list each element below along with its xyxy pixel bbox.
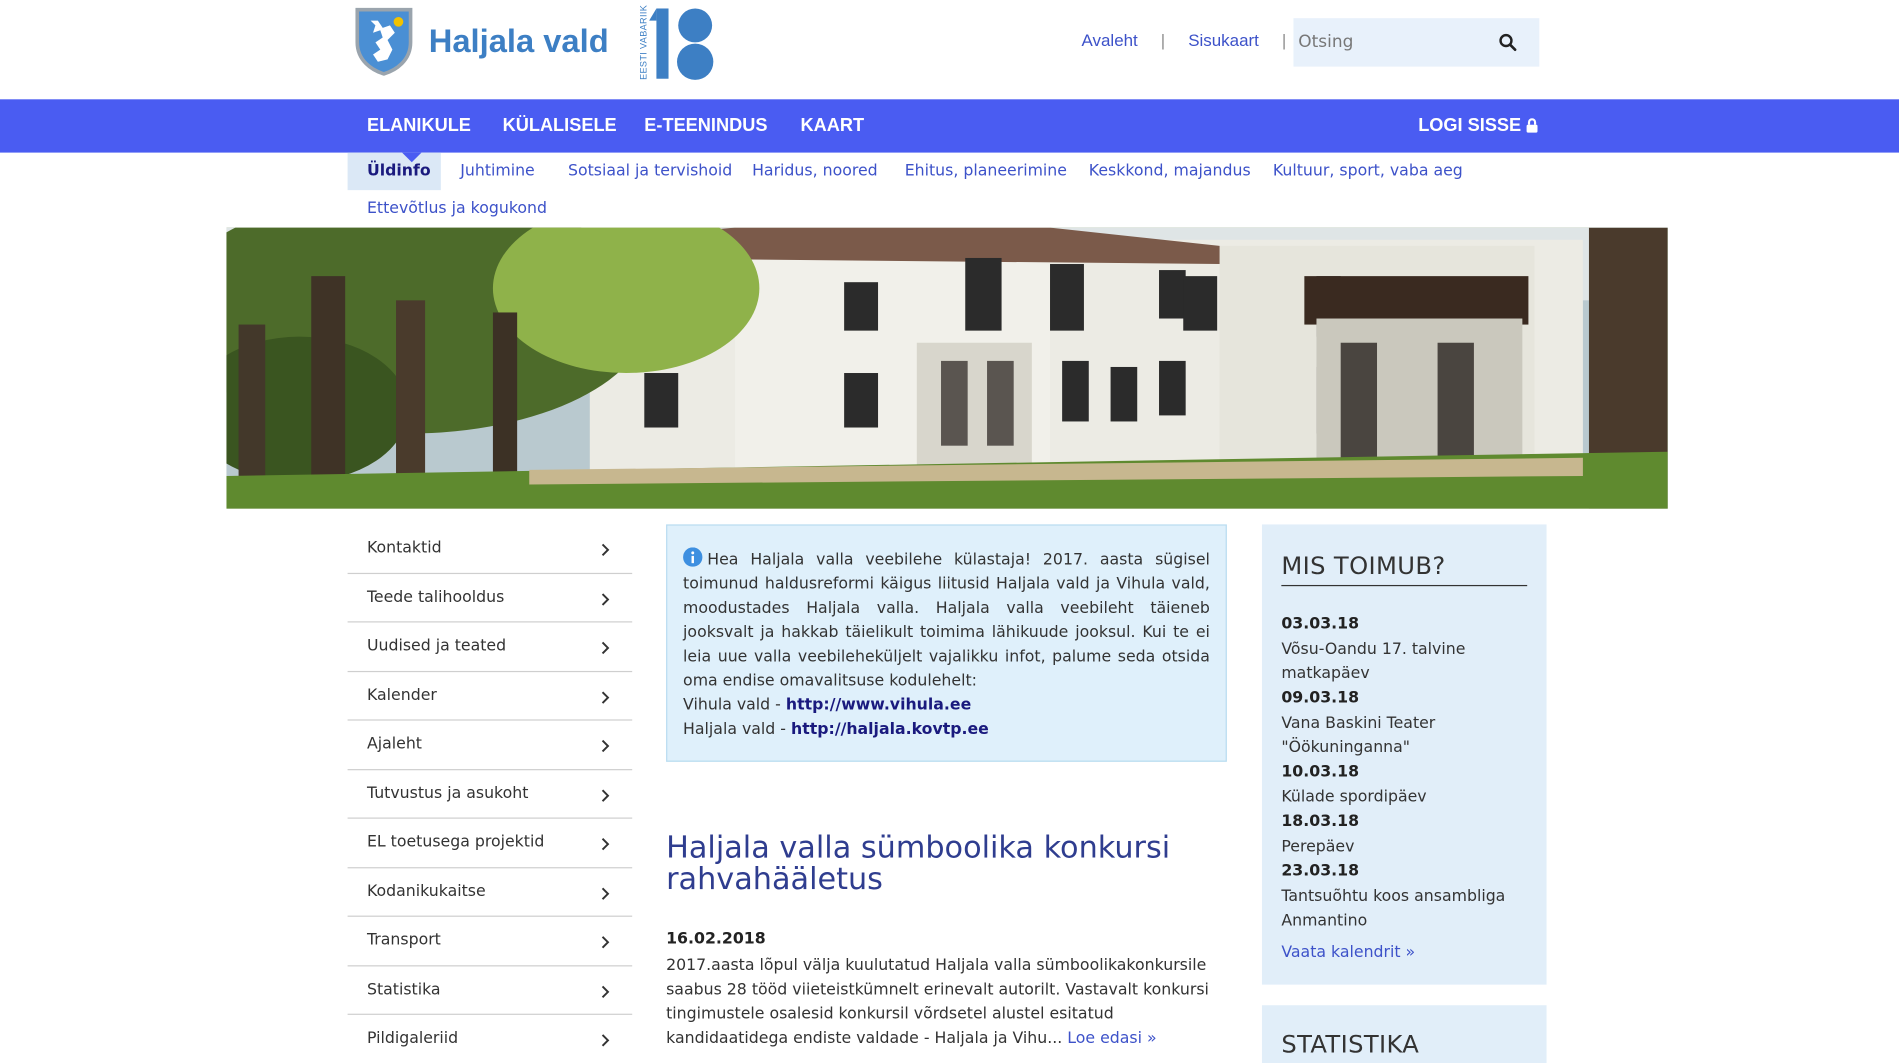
crest-icon — [355, 7, 413, 76]
sidebar-menu: Kontaktid Teede talihooldus Uudised ja t… — [347, 524, 633, 1063]
event-title[interactable]: Perepäev — [1281, 836, 1527, 860]
subnav-sotsiaal[interactable]: Sotsiaal ja tervishoid — [568, 162, 732, 180]
sidebar-item-kontaktid[interactable]: Kontaktid — [347, 524, 633, 574]
events-heading: MIS TOIMUB? — [1281, 551, 1528, 587]
article-body: 2017.aasta lõpul välja kuulutatud Haljal… — [666, 954, 1223, 1051]
sidebar-item-label: Teede talihooldus — [366, 588, 505, 607]
info-text: Hea Haljala valla veebilehe külastaja! 2… — [683, 551, 1210, 691]
sidebar-item-tutvustus[interactable]: Tutvustus ja asukoht — [347, 770, 633, 819]
search-icon[interactable] — [1498, 33, 1517, 52]
events-list: 03.03.18 Võsu-Oandu 17. talvine matkapäe… — [1281, 613, 1527, 934]
chevron-right-icon — [601, 1034, 610, 1047]
info-link1-label: Vihula vald - — [683, 696, 786, 715]
link-sisukaart[interactable]: Sisukaart — [1188, 30, 1259, 49]
event-title[interactable]: Vana Baskini Teater "Öökuninganna" — [1281, 712, 1527, 760]
info-link2-label: Haljala vald - — [683, 720, 791, 739]
chevron-right-icon — [601, 690, 610, 704]
sidebar-item-label: Kontaktid — [366, 539, 442, 558]
article-date: 16.02.2018 — [666, 930, 766, 949]
separator: | — [1281, 30, 1287, 50]
event-date: 23.03.18 — [1281, 862, 1360, 881]
subnav-haridus[interactable]: Haridus, noored — [752, 162, 878, 180]
site-header: Haljala vald EESTI VABARIIK Avaleht | Si… — [0, 0, 1899, 100]
separator: | — [1160, 30, 1166, 50]
event-date: 03.03.18 — [1281, 615, 1360, 634]
nav-kulalisele[interactable]: KÜLALISELE — [503, 115, 617, 136]
site-logo[interactable]: Haljala vald — [354, 6, 609, 76]
event-title[interactable]: Külade spordipäev — [1281, 786, 1527, 810]
read-more-link[interactable]: Loe edasi » — [1067, 1029, 1156, 1047]
nav-kaart[interactable]: KAART — [801, 115, 865, 136]
info-link-row: Haljala vald - http://haljala.kovtp.ee — [683, 718, 1210, 742]
subnav-juhtimine[interactable]: Juhtimine — [460, 162, 535, 180]
sidebar-item-label: Transport — [366, 931, 441, 950]
subnav-keskkond[interactable]: Keskkond, majandus — [1089, 162, 1251, 180]
sidebar-item-statistika[interactable]: Statistika — [347, 966, 633, 1015]
login-label: LOGI SISSE — [1418, 115, 1522, 136]
subnav-ehitus[interactable]: Ehitus, planeerimine — [905, 162, 1067, 180]
sidebar-item-el-projektid[interactable]: EL toetusega projektid — [347, 819, 633, 868]
chevron-right-icon — [601, 788, 610, 802]
search-input[interactable] — [1293, 18, 1488, 67]
link-haljala-old[interactable]: http://haljala.kovtp.ee — [791, 721, 989, 739]
sidebar-item-transport[interactable]: Transport — [347, 917, 633, 966]
sidebar-item-pildigaleriid[interactable]: Pildigaleriid — [347, 1015, 633, 1063]
chevron-right-icon — [601, 592, 610, 606]
sidebar-item-label: EL toetusega projektid — [366, 833, 545, 852]
chevron-right-icon — [601, 936, 610, 949]
event-date: 18.03.18 — [1281, 812, 1360, 831]
article-title[interactable]: Haljala valla sümboolika konkursi rahvah… — [666, 831, 1235, 895]
chevron-right-icon — [601, 739, 610, 753]
main-nav: ELANIKULE KÜLALISELE E-TEENINDUS KAART L… — [0, 99, 1899, 153]
info-notice: Hea Haljala valla veebilehe külastaja! 2… — [666, 524, 1227, 762]
event-title[interactable]: Võsu-Oandu 17. talvine matkapäev — [1281, 638, 1527, 686]
sidebar-item-ajaleht[interactable]: Ajaleht — [347, 721, 633, 770]
subnav-active-arrow — [402, 152, 422, 163]
event-date: 10.03.18 — [1281, 762, 1360, 782]
sidebar-item-label: Statistika — [366, 980, 441, 999]
event-title[interactable]: Tantsuõhtu koos ansambliga Anmantino — [1281, 885, 1527, 933]
sidebar-item-label: Uudised ja teated — [366, 637, 507, 656]
nav-e-teenindus[interactable]: E-TEENINDUS — [644, 115, 767, 136]
nav-elanikule[interactable]: ELANIKULE — [367, 115, 471, 136]
chevron-right-icon — [601, 543, 610, 556]
sidebar-item-label: Kalender — [366, 686, 437, 705]
sidebar-item-label: Tutvustus ja asukoht — [366, 784, 529, 803]
sidebar-item-label: Pildigaleriid — [366, 1029, 459, 1048]
info-link-row: Vihula vald - http://www.vihula.ee — [683, 694, 1210, 718]
events-box: MIS TOIMUB? 03.03.18 Võsu-Oandu 17. talv… — [1261, 524, 1547, 985]
statistics-box: STATISTIKA — [1261, 1005, 1547, 1063]
hero-image — [226, 227, 1668, 509]
login-button[interactable]: LOGI SISSE — [1418, 115, 1538, 136]
sub-nav: Üldinfo Juhtimine Sotsiaal ja tervishoid… — [0, 152, 1899, 228]
subnav-uldinfo[interactable]: Üldinfo — [367, 162, 431, 180]
sidebar-item-kodanikukaitse[interactable]: Kodanikukaitse — [347, 868, 633, 917]
sidebar-item-teede-talihooldus[interactable]: Teede talihooldus — [347, 573, 633, 623]
chevron-right-icon — [601, 641, 610, 655]
info-icon — [683, 547, 703, 567]
subnav-ettevotlus[interactable]: Ettevõtlus ja kogukond — [367, 200, 547, 218]
sidebar-item-label: Ajaleht — [366, 735, 422, 754]
info-text-paragraph: Hea Haljala valla veebilehe külastaja! 2… — [683, 547, 1210, 694]
ev100-logo — [649, 8, 714, 80]
sidebar-item-label: Kodanikukaitse — [366, 882, 486, 901]
statistics-heading: STATISTIKA — [1281, 1029, 1420, 1059]
top-links: Avaleht | Sisukaart | — [1082, 30, 1310, 49]
calendar-link[interactable]: Vaata kalendrit » — [1281, 943, 1527, 961]
subnav-kultuur[interactable]: Kultuur, sport, vaba aeg — [1273, 162, 1463, 180]
lock-icon — [1526, 118, 1538, 133]
sidebar-item-kalender[interactable]: Kalender — [347, 672, 633, 721]
site-name: Haljala vald — [428, 22, 609, 59]
link-vihula[interactable]: http://www.vihula.ee — [786, 696, 971, 714]
chevron-right-icon — [601, 985, 610, 998]
link-avaleht[interactable]: Avaleht — [1082, 30, 1138, 49]
search-box — [1293, 18, 1540, 67]
event-date: 09.03.18 — [1281, 689, 1360, 708]
chevron-right-icon — [601, 887, 610, 900]
chevron-right-icon — [601, 838, 610, 851]
sidebar-item-uudised[interactable]: Uudised ja teated — [347, 623, 633, 672]
